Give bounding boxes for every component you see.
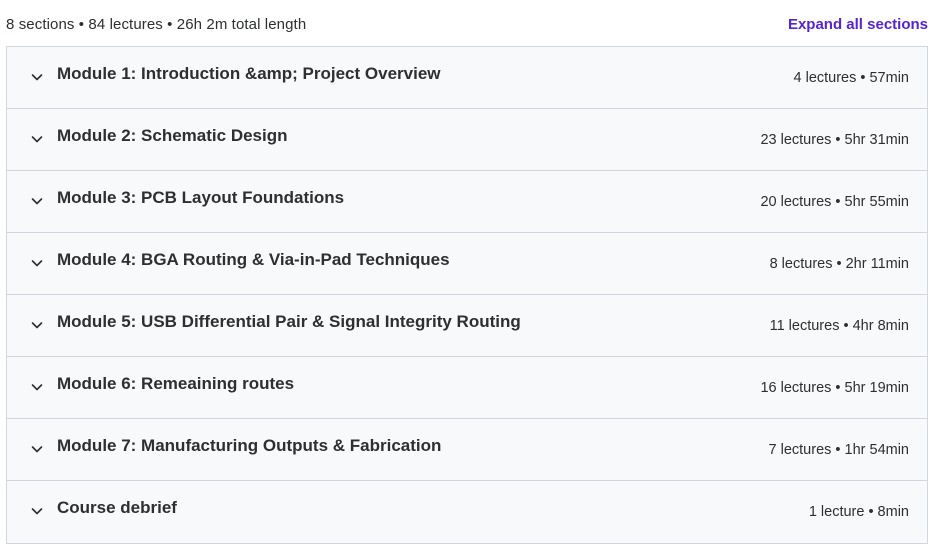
section-title: Course debrief	[57, 498, 177, 517]
chevron-down-icon	[29, 503, 45, 519]
section-lecture-count: 11 lectures • 4hr 8min	[769, 318, 909, 334]
expand-all-sections-button[interactable]: Expand all sections	[788, 16, 928, 33]
course-summary-bar: 8 sections • 84 lectures • 26h 2m total …	[6, 13, 928, 35]
chevron-down-icon	[29, 131, 45, 147]
chevron-down-icon	[29, 317, 45, 333]
section-lecture-count: 7 lectures • 1hr 54min	[768, 442, 909, 458]
chevron-down-icon	[29, 255, 45, 271]
curriculum-section-7[interactable]: Module 7: Manufacturing Outputs & Fabric…	[7, 419, 927, 481]
section-title: Module 5: USB Differential Pair & Signal…	[57, 312, 521, 331]
section-lecture-count: 16 lectures • 5hr 19min	[760, 380, 909, 396]
curriculum-section-6[interactable]: Module 6: Remeaining routes 16 lectures …	[7, 357, 927, 419]
curriculum-section-1[interactable]: Module 1: Introduction &amp; Project Ove…	[7, 47, 927, 109]
curriculum-section-5[interactable]: Module 5: USB Differential Pair & Signal…	[7, 295, 927, 357]
section-title: Module 7: Manufacturing Outputs & Fabric…	[57, 436, 442, 455]
section-lecture-count: 4 lectures • 57min	[793, 70, 910, 86]
course-summary-text: 8 sections • 84 lectures • 26h 2m total …	[6, 15, 307, 33]
section-title: Module 4: BGA Routing & Via-in-Pad Techn…	[57, 250, 450, 269]
section-title: Module 1: Introduction &amp; Project Ove…	[57, 64, 441, 83]
curriculum-section-8[interactable]: Course debrief 1 lecture • 8min	[7, 481, 927, 543]
section-title: Module 6: Remeaining routes	[57, 374, 295, 393]
curriculum-section-4[interactable]: Module 4: BGA Routing & Via-in-Pad Techn…	[7, 233, 927, 295]
curriculum-section-3[interactable]: Module 3: PCB Layout Foundations 20 lect…	[7, 171, 927, 233]
chevron-down-icon	[29, 193, 45, 209]
chevron-down-icon	[29, 441, 45, 457]
curriculum-section-2[interactable]: Module 2: Schematic Design 23 lectures •…	[7, 109, 927, 171]
section-lecture-count: 20 lectures • 5hr 55min	[760, 194, 909, 210]
section-lecture-count: 8 lectures • 2hr 11min	[769, 256, 909, 272]
section-title: Module 3: PCB Layout Foundations	[57, 188, 345, 207]
course-content-panel: 8 sections • 84 lectures • 26h 2m total …	[0, 0, 932, 551]
curriculum-sections-list: Module 1: Introduction &amp; Project Ove…	[6, 46, 928, 544]
chevron-down-icon	[29, 379, 45, 395]
chevron-down-icon	[29, 69, 45, 85]
section-title: Module 2: Schematic Design	[57, 126, 288, 145]
section-lecture-count: 23 lectures • 5hr 31min	[760, 132, 909, 148]
section-lecture-count: 1 lecture • 8min	[808, 504, 909, 520]
